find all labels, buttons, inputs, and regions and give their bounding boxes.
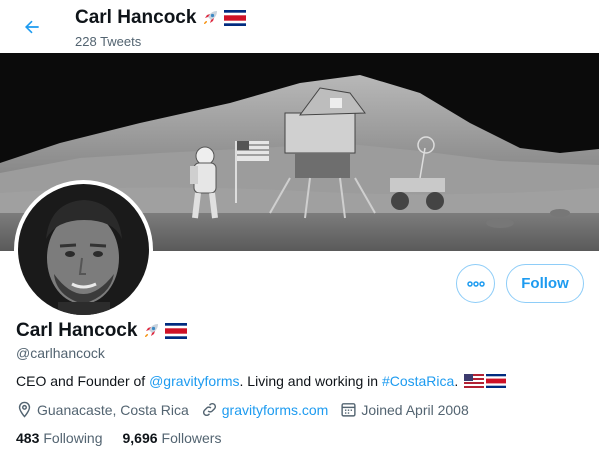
profile-meta: Guanacaste, Costa Rica gravityforms.com … bbox=[16, 401, 481, 418]
following-label: Following bbox=[43, 430, 103, 446]
more-options-button[interactable] bbox=[456, 264, 495, 303]
bio-middle: . Living and working in bbox=[239, 373, 382, 389]
location-item: Guanacaste, Costa Rica bbox=[16, 401, 189, 418]
header-name: Carl Hancock bbox=[75, 7, 197, 28]
followers-count: 9,696 bbox=[122, 430, 158, 446]
profile-header-bar: Carl Hancock 228 Tweets bbox=[0, 0, 599, 53]
website-link[interactable]: gravityforms.com bbox=[222, 402, 329, 418]
bio-mention-link[interactable]: @gravityforms bbox=[149, 373, 239, 389]
back-button[interactable] bbox=[14, 9, 50, 45]
following-count-link[interactable]: 483 Following bbox=[16, 430, 103, 446]
us-flag-icon bbox=[464, 374, 485, 388]
website-item: gravityforms.com bbox=[201, 401, 329, 418]
header-title: Carl Hancock bbox=[75, 7, 247, 29]
bio-suffix: . bbox=[454, 373, 459, 389]
location-icon bbox=[18, 401, 31, 418]
followers-label: Followers bbox=[161, 430, 222, 446]
follow-button[interactable]: Follow bbox=[506, 264, 584, 303]
follow-counts: 483 Following 9,696 Followers bbox=[16, 430, 241, 446]
costa-rica-flag-icon bbox=[165, 323, 188, 339]
avatar-photo bbox=[18, 184, 149, 315]
profile-name-text: Carl Hancock bbox=[16, 320, 138, 341]
tweet-count: 228 Tweets bbox=[75, 34, 142, 49]
back-arrow-icon bbox=[25, 20, 39, 34]
rocket-emoji-icon bbox=[200, 8, 220, 28]
more-icon bbox=[466, 280, 485, 287]
costa-rica-flag-icon bbox=[224, 10, 247, 26]
bio-hashtag-link[interactable]: #CostaRica bbox=[382, 373, 454, 389]
profile-avatar[interactable] bbox=[14, 180, 153, 319]
costa-rica-flag-icon bbox=[486, 374, 507, 388]
joined-text: Joined April 2008 bbox=[361, 401, 469, 418]
profile-handle: @carlhancock bbox=[16, 345, 105, 361]
profile-bio: CEO and Founder of @gravityforms . Livin… bbox=[16, 373, 507, 389]
following-count: 483 bbox=[16, 430, 40, 446]
location-text: Guanacaste, Costa Rica bbox=[37, 401, 189, 418]
link-icon bbox=[202, 402, 216, 417]
calendar-icon bbox=[341, 403, 356, 417]
bio-prefix: CEO and Founder of bbox=[16, 373, 150, 389]
joined-item: Joined April 2008 bbox=[340, 401, 469, 418]
followers-count-link[interactable]: 9,696 Followers bbox=[123, 430, 222, 446]
profile-name: Carl Hancock bbox=[16, 320, 188, 342]
rocket-emoji-icon bbox=[141, 321, 161, 341]
